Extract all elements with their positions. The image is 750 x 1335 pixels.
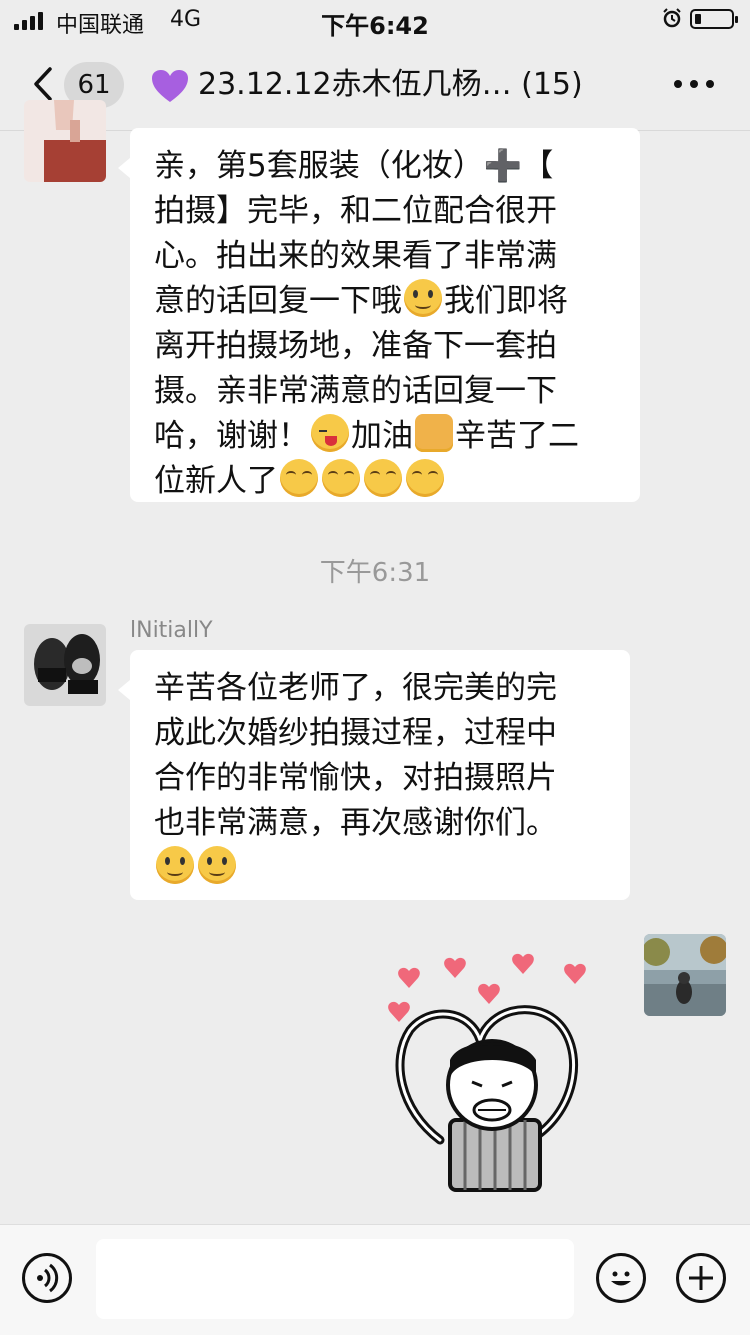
heart-hands-sticker-icon (388, 953, 586, 1192)
plus-icon[interactable] (676, 1253, 726, 1303)
message-line: 位新人了 (154, 459, 616, 504)
chat-title[interactable]: 23.12.12赤木伍几杨… (15) (150, 62, 620, 108)
chevron-left-icon[interactable] (30, 66, 56, 102)
message-line: 离开拍摄场地，准备下一套拍 (154, 328, 557, 364)
voice-icon[interactable] (22, 1253, 72, 1303)
message-line: 意的话回复一下哦 我们即将 (154, 279, 616, 324)
message-input-bar (0, 1224, 750, 1335)
message-line: 哈，谢谢！ 加油 辛苦了二 (154, 414, 616, 459)
message-line: 亲，第5套服装（化妆）➕【 (154, 148, 554, 184)
message-line: 辛苦各位老师了，很完美的完 (154, 670, 557, 706)
message-bubble[interactable]: 辛苦各位老师了，很完美的完 成此次婚纱拍摄过程，过程中 合作的非常愉快，对拍摄照… (118, 650, 630, 900)
status-time: 下午6:42 (321, 12, 429, 40)
avatar[interactable] (24, 100, 106, 182)
message-line (154, 846, 606, 891)
flexed-biceps-emoji-icon (415, 414, 453, 452)
message-line: 拍摄】完毕，和二位配合很开 (154, 193, 557, 229)
message-timestamp: 下午6:31 (319, 558, 431, 588)
shushing-emoji-icon (404, 279, 442, 317)
chat-header: 61 23.12.12赤木伍几杨… (15) (0, 40, 750, 131)
alarm-icon (663, 8, 681, 28)
message-line: 心。拍出来的效果看了非常满 (154, 238, 557, 274)
avatar[interactable] (24, 624, 106, 706)
message-bubble[interactable]: 亲，第5套服装（化妆）➕【 拍摄】完毕，和二位配合很开 心。拍出来的效果看了非常… (118, 128, 640, 504)
sender-name: lNitiallY (130, 618, 213, 643)
battery-icon (690, 9, 738, 29)
chat-title-text: 23.12.12赤木伍几杨… (15) (198, 67, 583, 102)
message-input[interactable] (96, 1239, 574, 1319)
heavy-plus-icon: ➕ (483, 148, 523, 184)
message-line: 也非常满意，再次感谢你们。 (154, 805, 557, 841)
blush-emoji-icon (364, 459, 402, 497)
purple-heart-icon (152, 69, 188, 102)
more-dots-icon[interactable] (674, 80, 714, 88)
message-line: 合作的非常愉快，对拍摄照片 (154, 760, 557, 796)
message-line: 成此次婚纱拍摄过程，过程中 (154, 715, 557, 751)
blush-emoji-icon (406, 459, 444, 497)
wink-tongue-emoji-icon (311, 414, 349, 452)
sticker-image[interactable] (380, 950, 610, 1200)
avatar-self[interactable] (644, 934, 726, 1016)
status-bar: 中国联通 4G 下午6:42 (0, 0, 750, 40)
smile-emoji-icon (156, 846, 194, 884)
blush-emoji-icon (280, 459, 318, 497)
smile-emoji-icon (198, 846, 236, 884)
message-line: 摄。亲非常满意的话回复一下 (154, 373, 557, 409)
blush-emoji-icon (322, 459, 360, 497)
emoji-icon[interactable] (596, 1253, 646, 1303)
